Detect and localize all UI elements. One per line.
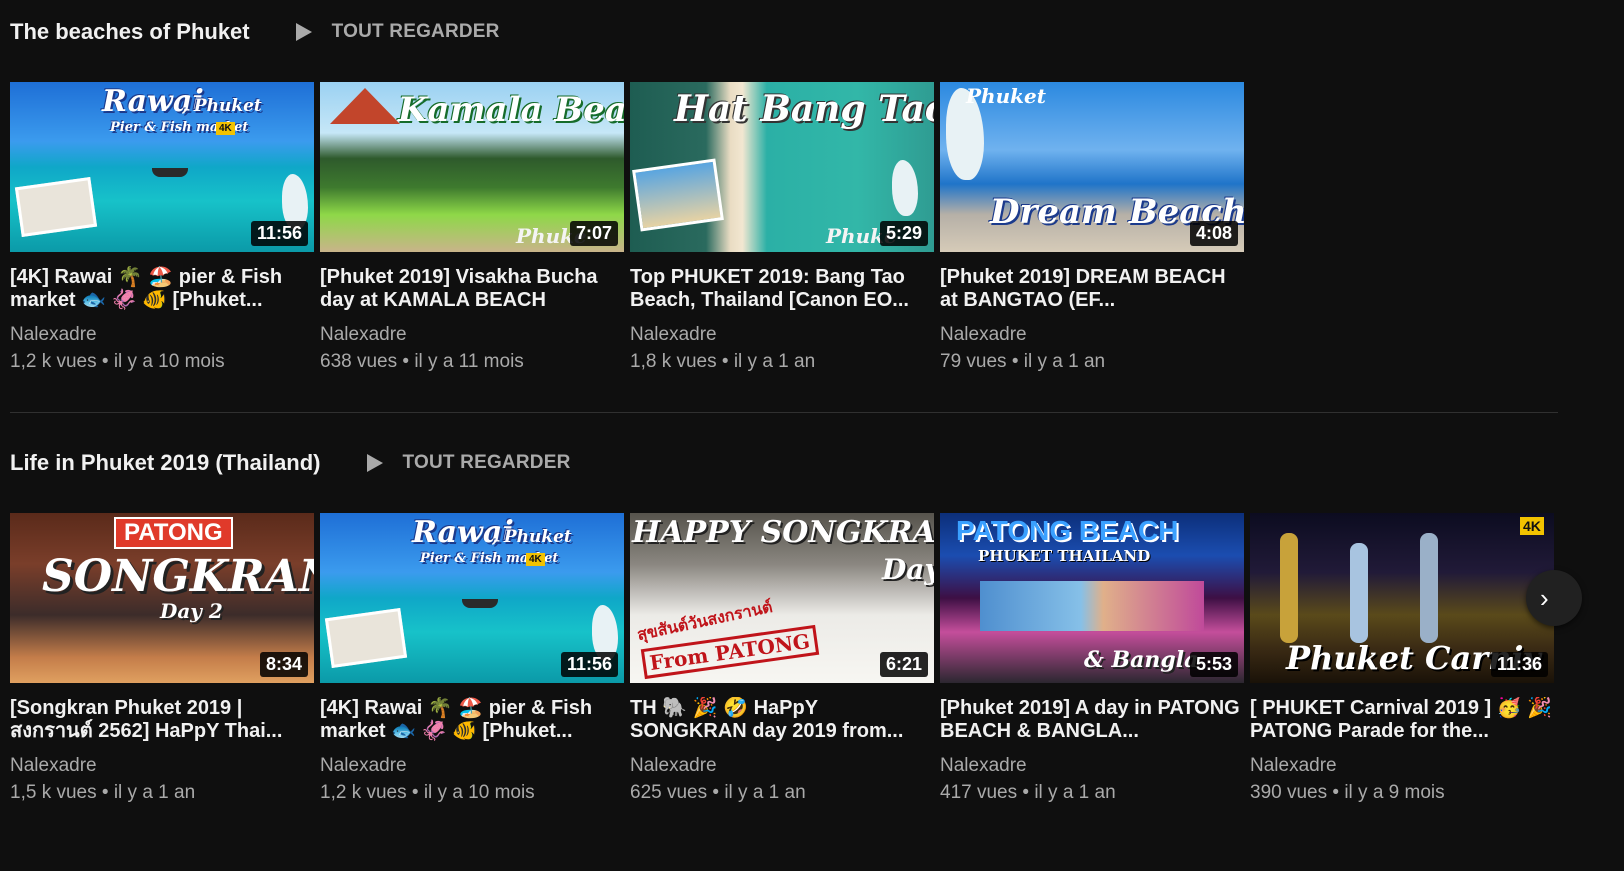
video-card[interactable]: Hat Bang Tao Phuke 5:29 Top PHUKET 2019:… bbox=[630, 82, 934, 373]
thumbnail-badge-text: PATONG bbox=[114, 517, 233, 549]
thumbnail-title-text-2: , Phuket bbox=[492, 527, 572, 547]
channel-name[interactable]: Nalexadre bbox=[940, 324, 1244, 346]
video-card[interactable]: 4K Phuket Carniv 11:36 [ PHUKET Carnival… bbox=[1250, 513, 1554, 804]
views-and-age: 417 vues • il y a 1 an bbox=[940, 782, 1116, 803]
video-card[interactable]: PATONG SONGKRAN Day 2 8:34 [Songkran Phu… bbox=[10, 513, 314, 804]
views-and-age: 79 vues • il y a 1 an bbox=[940, 351, 1106, 372]
channel-name[interactable]: Nalexadre bbox=[320, 755, 624, 777]
play-all-label: TOUT REGARDER bbox=[331, 21, 500, 42]
video-title[interactable]: [4K] Rawai 🌴 🏖️ pier & Fish market 🐟 🦑 🐠… bbox=[10, 266, 314, 312]
thumbnail-title-text: PATONG BEACH bbox=[956, 515, 1179, 546]
boat-shape bbox=[462, 599, 498, 608]
video-card[interactable]: Phuket Dream Beach 4:08 [Phuket 2019] DR… bbox=[940, 82, 1244, 373]
video-title[interactable]: [Phuket 2019] A day in PATONG BEACH & BA… bbox=[940, 697, 1244, 743]
play-icon bbox=[366, 454, 383, 472]
play-icon bbox=[295, 23, 312, 41]
dancer-figure bbox=[1420, 533, 1438, 643]
video-title[interactable]: [Phuket 2019] Visakha Bucha day at KAMAL… bbox=[320, 266, 624, 312]
video-thumbnail[interactable]: Phuket Dream Beach 4:08 bbox=[940, 82, 1244, 252]
play-all-button[interactable]: TOUT REGARDER bbox=[366, 452, 571, 474]
video-thumbnail[interactable]: 4K Phuket Carniv 11:36 bbox=[1250, 513, 1554, 683]
channel-name[interactable]: Nalexadre bbox=[630, 324, 934, 346]
beach-photo-sticker bbox=[632, 158, 724, 232]
video-title[interactable]: [4K] Rawai 🌴 🏖️ pier & Fish market 🐟 🦑 🐠… bbox=[320, 697, 624, 743]
map-sticker bbox=[14, 176, 98, 238]
video-duration: 6:21 bbox=[879, 652, 928, 677]
play-all-button[interactable]: TOUT REGARDER bbox=[295, 21, 500, 43]
video-thumbnail[interactable]: HAPPY SONGKRAN Day สุขสันต์วันสงกรานต์ F… bbox=[630, 513, 934, 683]
video-duration: 7:07 bbox=[569, 221, 618, 246]
video-row: Rawai , Phuket Pier & Fish market 4K 11:… bbox=[10, 82, 1244, 373]
thumbnail-title-text: Kamala Beach bbox=[398, 90, 624, 130]
shelf-title[interactable]: The beaches of Phuket bbox=[10, 19, 250, 45]
dancer-figure bbox=[1280, 533, 1298, 643]
video-thumbnail[interactable]: PATONG BEACH PHUKET THAILAND & Bangla 5:… bbox=[940, 513, 1244, 683]
video-row: PATONG SONGKRAN Day 2 8:34 [Songkran Phu… bbox=[10, 513, 1554, 804]
thumbnail-subtitle-text: Day bbox=[882, 553, 934, 586]
views-and-age: 1,8 k vues • il y a 1 an bbox=[630, 351, 816, 372]
video-duration: 11:36 bbox=[1490, 652, 1548, 677]
video-thumbnail[interactable]: Hat Bang Tao Phuke 5:29 bbox=[630, 82, 934, 252]
shelf-header: Life in Phuket 2019 (Thailand) TOUT REGA… bbox=[10, 443, 1614, 483]
video-title[interactable]: TH 🐘 🎉 🤣 HaPpY SONGKRAN day 2019 from... bbox=[630, 697, 934, 743]
shelf-title[interactable]: Life in Phuket 2019 (Thailand) bbox=[10, 450, 321, 476]
views-and-age: 638 vues • il y a 11 mois bbox=[320, 351, 524, 372]
video-title[interactable]: [Phuket 2019] DREAM BEACH at BANGTAO (EF… bbox=[940, 266, 1244, 312]
thumbnail-title-text-2: , Phuket bbox=[182, 96, 262, 116]
video-title[interactable]: Top PHUKET 2019: Bang Tao Beach, Thailan… bbox=[630, 266, 934, 312]
views-and-age: 390 vues • il y a 9 mois bbox=[1250, 782, 1445, 803]
channel-name[interactable]: Nalexadre bbox=[940, 755, 1244, 777]
4k-badge: 4K bbox=[526, 553, 545, 566]
temple-roof-shape bbox=[330, 88, 400, 124]
video-duration: 5:53 bbox=[1189, 652, 1238, 677]
4k-badge: 4K bbox=[216, 122, 235, 135]
chevron-right-icon: › bbox=[1540, 582, 1549, 613]
video-duration: 11:56 bbox=[560, 652, 618, 677]
video-title[interactable]: [Songkran Phuket 2019 | สงกรานต์ 2562] H… bbox=[10, 697, 314, 743]
views-and-age: 625 vues • il y a 1 an bbox=[630, 782, 806, 803]
video-thumbnail[interactable]: PATONG SONGKRAN Day 2 8:34 bbox=[10, 513, 314, 683]
map-sticker bbox=[324, 607, 408, 669]
video-duration: 11:56 bbox=[250, 221, 308, 246]
shelf-beaches-of-phuket: The beaches of Phuket TOUT REGARDER Rawa… bbox=[10, 12, 1614, 372]
video-duration: 5:29 bbox=[879, 221, 928, 246]
thumbnail-title-text: HAPPY SONGKRAN bbox=[632, 515, 934, 550]
thumbnail-subtitle-text-2: & Bangla bbox=[1084, 647, 1199, 673]
thumbnail-title-text: SONGKRAN bbox=[42, 551, 314, 602]
beach-photo-collage bbox=[980, 581, 1204, 631]
thumbnail-subtitle-text: Day 2 bbox=[160, 599, 223, 623]
next-arrow-button[interactable]: › bbox=[1526, 570, 1582, 626]
thumbnail-subtitle-text: Phuket bbox=[966, 84, 1046, 108]
thumbnail-title-text: Hat Bang Tao bbox=[674, 88, 934, 130]
shelf-divider bbox=[10, 412, 1558, 413]
video-title[interactable]: [ PHUKET Carnival 2019 ] 🥳 🎉 PATONG Para… bbox=[1250, 697, 1554, 743]
video-duration: 4:08 bbox=[1189, 221, 1238, 246]
thumbnail-subtitle-text: PHUKET THAILAND bbox=[978, 547, 1151, 565]
video-thumbnail[interactable]: Rawai , Phuket Pier & Fish market 4K 11:… bbox=[320, 513, 624, 683]
channel-name[interactable]: Nalexadre bbox=[10, 755, 314, 777]
shelf-life-in-phuket: Life in Phuket 2019 (Thailand) TOUT REGA… bbox=[10, 443, 1614, 803]
video-card[interactable]: Rawai , Phuket Pier & Fish market 4K 11:… bbox=[320, 513, 624, 804]
video-card[interactable]: Kamala Beach Phuke 7:07 [Phuket 2019] Vi… bbox=[320, 82, 624, 373]
views-and-age: 1,2 k vues • il y a 10 mois bbox=[320, 782, 535, 803]
video-thumbnail[interactable]: Kamala Beach Phuke 7:07 bbox=[320, 82, 624, 252]
video-card[interactable]: PATONG BEACH PHUKET THAILAND & Bangla 5:… bbox=[940, 513, 1244, 804]
boat-shape bbox=[152, 168, 188, 177]
video-card[interactable]: Rawai , Phuket Pier & Fish market 4K 11:… bbox=[10, 82, 314, 373]
play-all-label: TOUT REGARDER bbox=[402, 452, 571, 473]
channel-name[interactable]: Nalexadre bbox=[630, 755, 934, 777]
dancer-figure bbox=[1350, 543, 1368, 643]
channel-name[interactable]: Nalexadre bbox=[1250, 755, 1554, 777]
video-duration: 8:34 bbox=[259, 652, 308, 677]
phuket-island-shape bbox=[892, 160, 918, 216]
channel-name[interactable]: Nalexadre bbox=[320, 324, 624, 346]
views-and-age: 1,5 k vues • il y a 1 an bbox=[10, 782, 196, 803]
video-card[interactable]: HAPPY SONGKRAN Day สุขสันต์วันสงกรานต์ F… bbox=[630, 513, 934, 804]
video-thumbnail[interactable]: Rawai , Phuket Pier & Fish market 4K 11:… bbox=[10, 82, 314, 252]
views-and-age: 1,2 k vues • il y a 10 mois bbox=[10, 351, 225, 372]
shelf-header: The beaches of Phuket TOUT REGARDER bbox=[10, 12, 1614, 52]
4k-badge: 4K bbox=[1520, 517, 1544, 535]
channel-name[interactable]: Nalexadre bbox=[10, 324, 314, 346]
